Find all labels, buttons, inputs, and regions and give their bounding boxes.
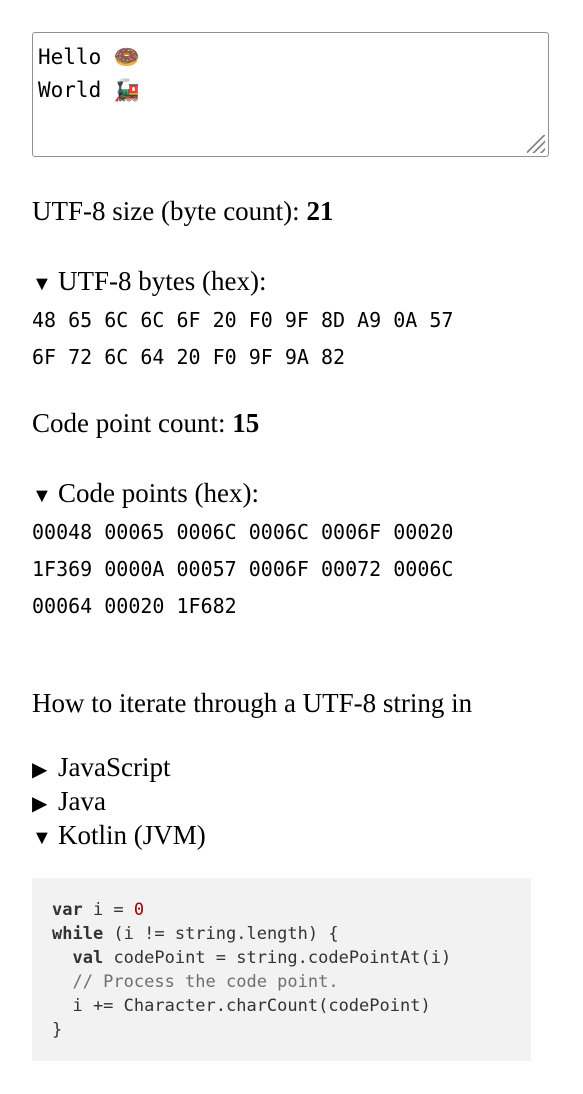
text-line: Hello 🍩 (38, 45, 141, 69)
code-text: (i != string.length) { (103, 924, 339, 944)
hex-line: 1F369 0000A 00057 0006F 00072 0006C (32, 557, 454, 581)
code-text: } (52, 1020, 63, 1040)
code-point-count: Code point count: 15 (32, 408, 259, 439)
hex-line: 6F 72 6C 64 20 F0 9F 9A 82 (32, 345, 346, 369)
keyword: while (52, 924, 104, 944)
triangle-down-icon: ▼ (32, 827, 52, 849)
utf8-bytes-label: UTF-8 bytes (hex): (58, 266, 267, 296)
utf8-size-value: 21 (306, 196, 334, 226)
iterate-heading: How to iterate through a UTF-8 string in (32, 688, 473, 718)
language-label: JavaScript (58, 752, 171, 782)
language-label: Java (58, 786, 106, 816)
code-comment: // Process the code point. (52, 972, 339, 992)
utf8-bytes-toggle[interactable]: ▼ UTF-8 bytes (hex): (32, 266, 266, 297)
code-point-count-label: Code point count: (32, 408, 233, 438)
text-input[interactable]: Hello 🍩 World 🚂 (32, 32, 549, 157)
triangle-down-icon: ▼ (32, 273, 52, 295)
language-javascript[interactable]: ▶ JavaScript (32, 752, 170, 783)
hex-line: 48 65 6C 6C 6F 20 F0 9F 8D A9 0A 57 (32, 308, 454, 332)
utf8-bytes-list: 48 65 6C 6C 6F 20 F0 9F 8D A9 0A 57 6F 72… (32, 302, 453, 376)
resize-handle-icon[interactable] (527, 135, 545, 153)
code-text: i += Character.charCount(codePoint) (52, 996, 431, 1016)
triangle-down-icon: ▼ (32, 485, 52, 507)
text-line: World 🚂 (38, 78, 141, 102)
keyword: var (52, 900, 83, 920)
code-points-toggle[interactable]: ▼ Code points (hex): (32, 478, 259, 509)
number-literal: 0 (133, 900, 145, 920)
utf8-size-label: UTF-8 size (byte count): (32, 196, 307, 226)
code-block: var i = 0 while (i != string.length) { va… (32, 878, 531, 1061)
code-points-label: Code points (hex): (58, 478, 259, 508)
utf8-size: UTF-8 size (byte count): 21 (32, 196, 333, 227)
language-kotlin[interactable]: ▼ Kotlin (JVM) (32, 820, 206, 851)
triangle-right-icon: ▶ (32, 793, 48, 815)
code-points-list: 00048 00065 0006C 0006C 0006F 00020 1F369… (32, 514, 453, 625)
keyword: val (72, 948, 104, 968)
triangle-right-icon: ▶ (32, 759, 48, 781)
language-label: Kotlin (JVM) (58, 820, 206, 850)
hex-line: 00064 00020 1F682 (32, 594, 237, 618)
language-java[interactable]: ▶ Java (32, 786, 106, 817)
hex-line: 00048 00065 0006C 0006C 0006F 00020 (32, 520, 454, 544)
code-text: codePoint = string.codePointAt(i) (103, 948, 452, 968)
code-point-count-value: 15 (232, 408, 260, 438)
code-text: i = (82, 900, 134, 920)
